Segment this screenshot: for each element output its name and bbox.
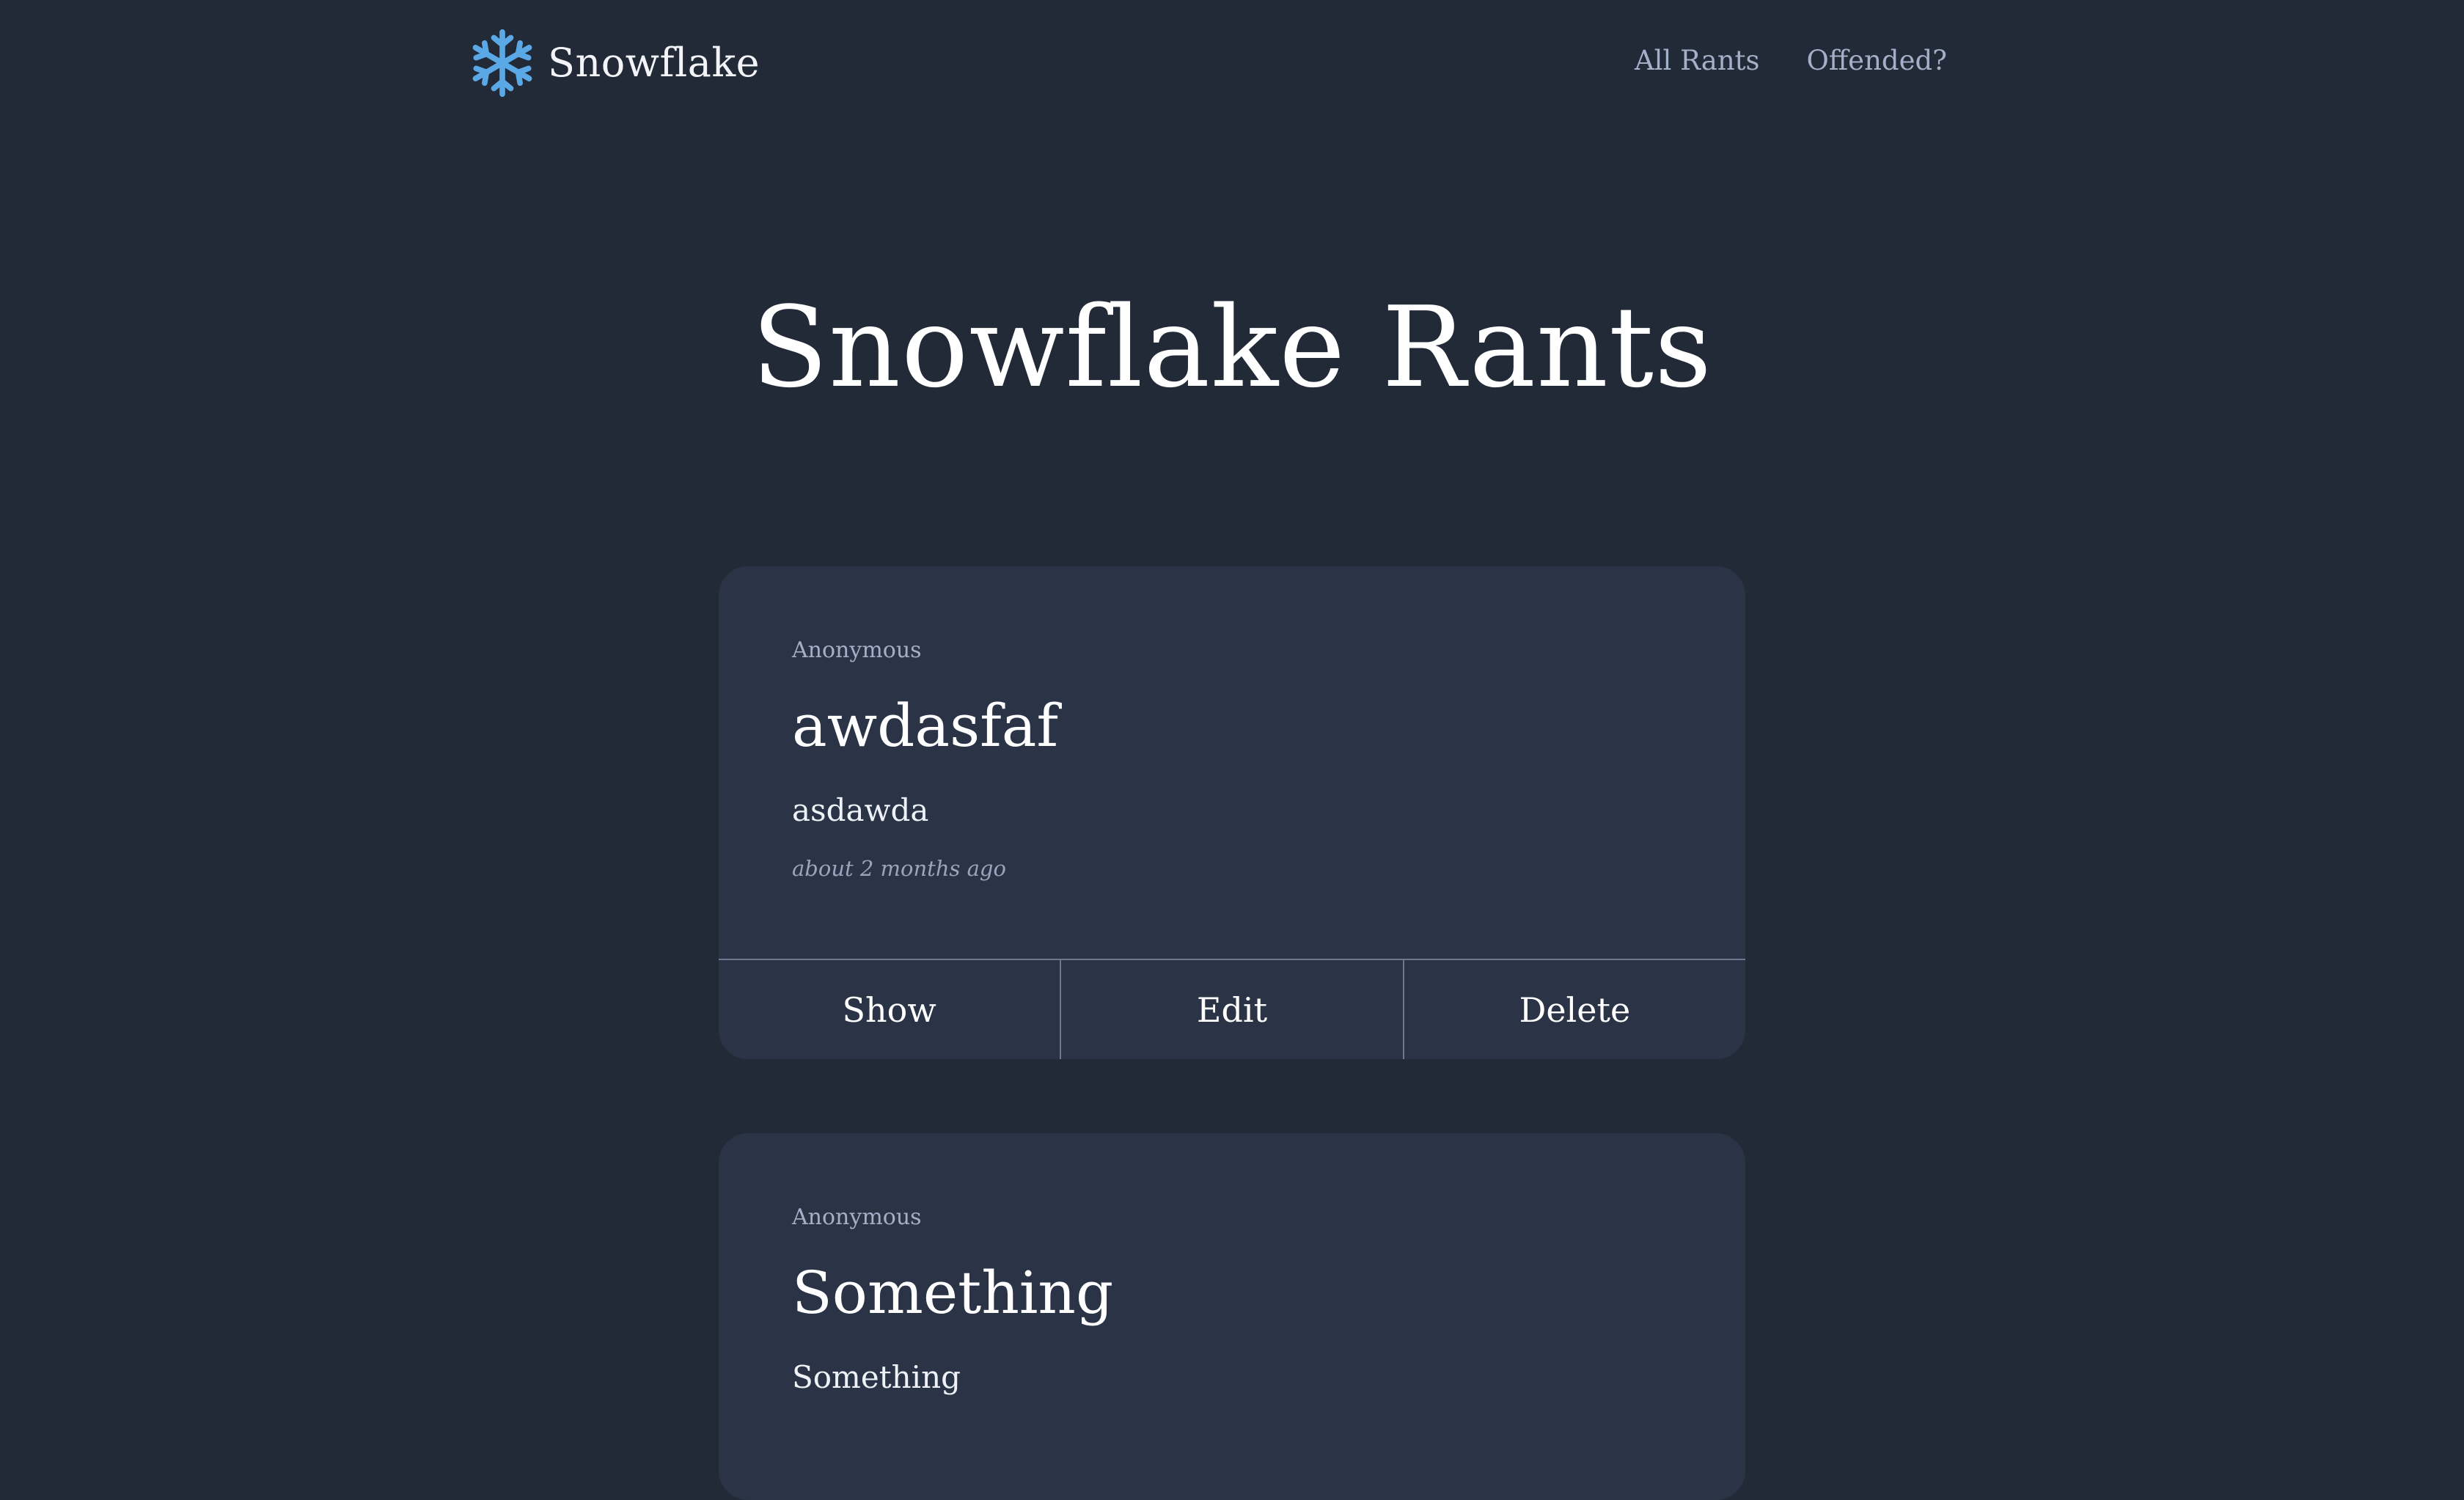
rant-content: Something (792, 1359, 961, 1395)
nav-link-offended[interactable]: Offended? (1807, 47, 1947, 74)
nav-link-all-rants[interactable]: All Rants (1635, 47, 1760, 74)
rant-actions: Show Edit Delete (719, 959, 1745, 1059)
navbar: Snowflake All Rants Offended? (0, 0, 2464, 132)
rant-content: asdawda (792, 792, 929, 828)
rant-title: Something (792, 1259, 1114, 1327)
delete-button[interactable]: Delete (1402, 960, 1745, 1059)
show-button[interactable]: Show (719, 960, 1060, 1059)
nav-links: All Rants Offended? (1635, 47, 1947, 74)
rant-author: Anonymous (792, 637, 922, 663)
rant-author: Anonymous (792, 1204, 922, 1230)
rant-title: awdasfaf (792, 692, 1059, 760)
rant-card: Anonymous awdasfaf asdawda about 2 month… (719, 566, 1745, 1059)
brand-home-link[interactable]: Snowflake (467, 28, 760, 98)
snowflake-icon (472, 29, 532, 98)
rant-timestamp: about 2 months ago (792, 856, 1006, 881)
page-title: Snowflake Rants (751, 282, 1713, 412)
edit-button[interactable]: Edit (1060, 960, 1402, 1059)
rant-card: Anonymous Something Something (719, 1133, 1745, 1500)
brand-name: Snowflake (548, 40, 760, 86)
